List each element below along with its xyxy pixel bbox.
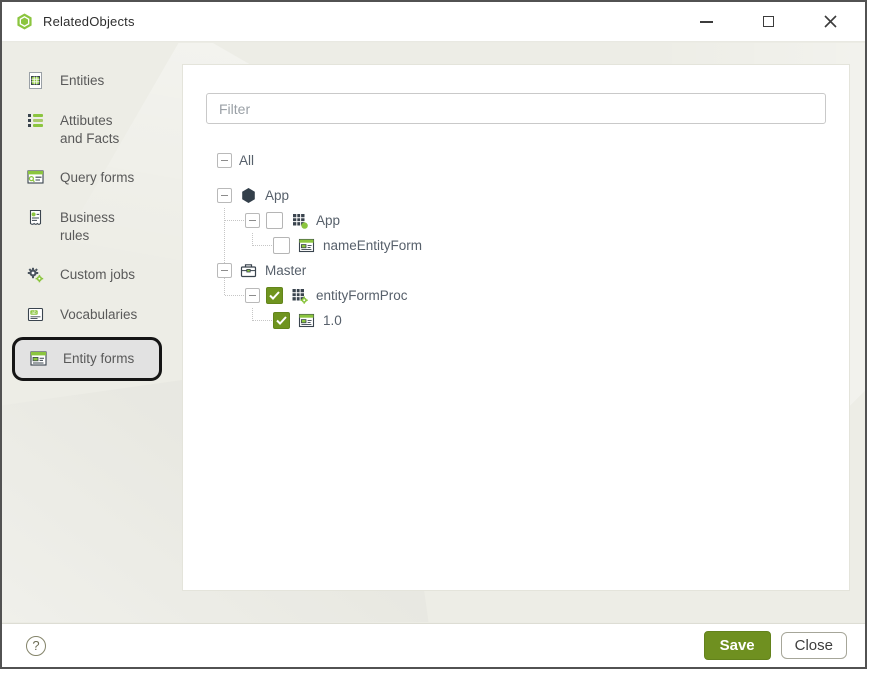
tree-label: nameEntityForm bbox=[323, 238, 422, 253]
tree-label: App bbox=[265, 188, 289, 203]
entity-forms-icon bbox=[29, 349, 48, 368]
tree-label: All bbox=[239, 153, 254, 168]
tree-label: App bbox=[316, 213, 340, 228]
sidebar-item-attributes-and-facts[interactable]: Attibutes and Facts bbox=[2, 101, 182, 158]
sidebar-item-vocabularies[interactable]: ab Vocabularies bbox=[2, 295, 182, 335]
briefcase-icon bbox=[239, 261, 258, 280]
tree-row-name-entity-form[interactable]: nameEntityForm bbox=[209, 233, 849, 258]
sidebar-item-label: Query forms bbox=[60, 169, 134, 187]
sidebar: Entities Attibutes and Facts bbox=[2, 61, 182, 383]
tree-row-app[interactable]: App bbox=[209, 183, 849, 208]
expander-icon[interactable] bbox=[245, 213, 260, 228]
tree-label: 1.0 bbox=[323, 313, 342, 328]
filter-input[interactable] bbox=[206, 93, 826, 124]
tree-label: Master bbox=[265, 263, 306, 278]
expander-icon[interactable] bbox=[217, 188, 232, 203]
save-button[interactable]: Save bbox=[704, 631, 771, 660]
entity-form-icon bbox=[297, 311, 316, 330]
tree-row-all[interactable]: All bbox=[209, 148, 849, 173]
checkbox-unchecked[interactable] bbox=[273, 237, 290, 254]
tree-row-app-entity[interactable]: App bbox=[209, 208, 849, 233]
checkbox-checked[interactable] bbox=[266, 287, 283, 304]
app-logo-icon bbox=[16, 13, 33, 30]
close-button[interactable]: Close bbox=[781, 632, 847, 659]
minimize-icon[interactable] bbox=[693, 9, 719, 35]
sidebar-item-label: Entities bbox=[60, 72, 104, 90]
title-bar: RelatedObjects bbox=[2, 2, 865, 42]
sidebar-item-label: Custom jobs bbox=[60, 266, 135, 284]
help-icon[interactable]: ? bbox=[26, 636, 46, 656]
entity-form-icon bbox=[297, 236, 316, 255]
related-objects-window: RelatedObjects Entities bbox=[0, 0, 867, 669]
sidebar-item-business-rules[interactable]: Business rules bbox=[2, 198, 182, 255]
entity-table-icon bbox=[290, 211, 309, 230]
dialog-body: Entities Attibutes and Facts bbox=[2, 43, 865, 622]
tree-spacer bbox=[209, 173, 849, 183]
svg-text:ab: ab bbox=[31, 310, 37, 315]
select-all-checkbox-indeterminate[interactable] bbox=[217, 153, 232, 168]
close-icon[interactable] bbox=[817, 9, 843, 35]
maximize-icon[interactable] bbox=[755, 9, 781, 35]
sidebar-item-custom-jobs[interactable]: Custom jobs bbox=[2, 255, 182, 295]
tree-row-version[interactable]: 1.0 bbox=[209, 308, 849, 333]
footer-buttons: Save Close bbox=[704, 631, 847, 660]
sidebar-item-label: Entity forms bbox=[63, 350, 134, 368]
query-forms-icon bbox=[26, 168, 45, 187]
entities-icon bbox=[26, 71, 45, 90]
checkbox-unchecked[interactable] bbox=[266, 212, 283, 229]
hexagon-icon bbox=[239, 186, 258, 205]
sidebar-item-label: Vocabularies bbox=[60, 306, 137, 324]
entity-form-gear-icon bbox=[290, 286, 309, 305]
tree-label: entityFormProc bbox=[316, 288, 408, 303]
tree-row-master[interactable]: Master bbox=[209, 258, 849, 283]
sidebar-item-label: Business rules bbox=[60, 209, 130, 244]
sidebar-item-label: Attibutes and Facts bbox=[60, 112, 130, 147]
object-tree: All App bbox=[209, 148, 849, 333]
window-title: RelatedObjects bbox=[43, 14, 135, 29]
main-panel: All App bbox=[182, 64, 850, 591]
attributes-facts-icon bbox=[26, 111, 45, 130]
business-rules-icon bbox=[26, 208, 45, 227]
window-controls bbox=[693, 9, 851, 35]
tree-row-entity-form-proc[interactable]: entityFormProc bbox=[209, 283, 849, 308]
checkbox-checked[interactable] bbox=[273, 312, 290, 329]
vocabularies-icon: ab bbox=[26, 305, 45, 324]
footer-bar: ? Save Close bbox=[2, 623, 865, 667]
expander-icon[interactable] bbox=[217, 263, 232, 278]
sidebar-item-entity-forms[interactable]: Entity forms bbox=[12, 337, 162, 381]
custom-jobs-icon bbox=[26, 265, 45, 284]
expander-icon[interactable] bbox=[245, 288, 260, 303]
sidebar-item-entities[interactable]: Entities bbox=[2, 61, 182, 101]
sidebar-item-query-forms[interactable]: Query forms bbox=[2, 158, 182, 198]
